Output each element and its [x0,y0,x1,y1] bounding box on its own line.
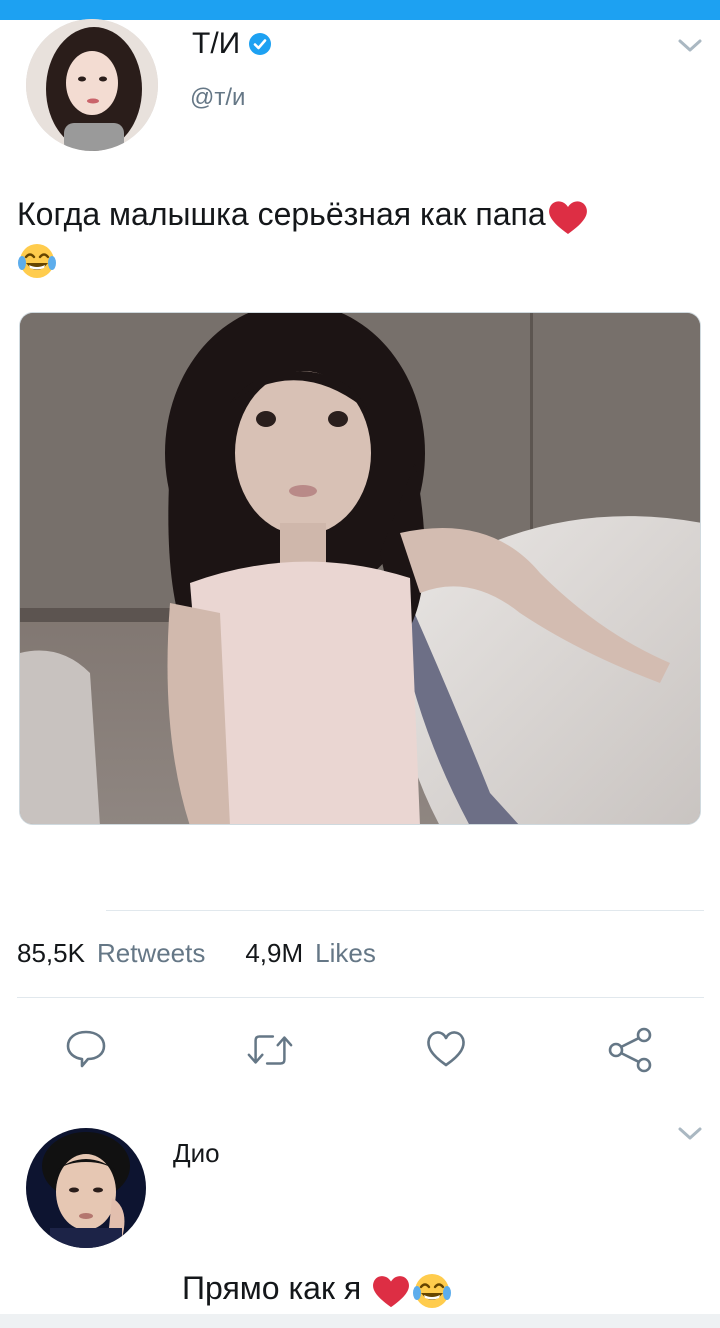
like-button[interactable] [422,1024,470,1072]
bottom-divider [0,1314,720,1328]
tears-of-joy-emoji-icon [18,244,56,279]
stats-top-divider [106,910,704,911]
reply-button[interactable] [62,1024,110,1072]
retweets-count[interactable]: 85,5K [17,938,85,969]
reply-author-avatar[interactable] [26,1128,146,1248]
tweet-stats: 85,5K Retweets 4,9M Likes [17,938,404,969]
author-avatar[interactable] [26,19,158,151]
reply-author-name[interactable]: Дио [173,1138,220,1169]
likes-count[interactable]: 4,9M [245,938,303,969]
tweet-text: Когда малышка серьёзная как папа [17,192,697,281]
tweet-text-content: Когда малышка серьёзная как папа [17,196,546,232]
retweet-button[interactable] [246,1026,294,1074]
verified-badge-icon [249,33,272,55]
red-heart-emoji-icon [373,1275,410,1307]
chevron-down-icon[interactable] [676,36,704,56]
share-icon [608,1027,652,1073]
reply-chevron-down-icon[interactable] [676,1124,704,1144]
red-heart-emoji-icon [548,200,587,234]
reply-text: Прямо как я [182,1266,452,1311]
share-button[interactable] [606,1026,654,1074]
status-bar [0,0,720,20]
tears-of-joy-emoji-icon [413,1273,452,1308]
retweets-label[interactable]: Retweets [97,938,205,969]
stats-bottom-divider [17,997,704,998]
likes-label[interactable]: Likes [315,938,376,969]
author-handle[interactable]: @т/и [190,84,245,112]
author-name[interactable]: Т/И [192,26,240,62]
reply-icon [66,1030,106,1068]
retweet-icon [247,1035,293,1065]
tweet-photo[interactable] [19,312,701,825]
reply-text-content: Прямо как я [182,1270,362,1306]
heart-icon [427,1031,465,1067]
